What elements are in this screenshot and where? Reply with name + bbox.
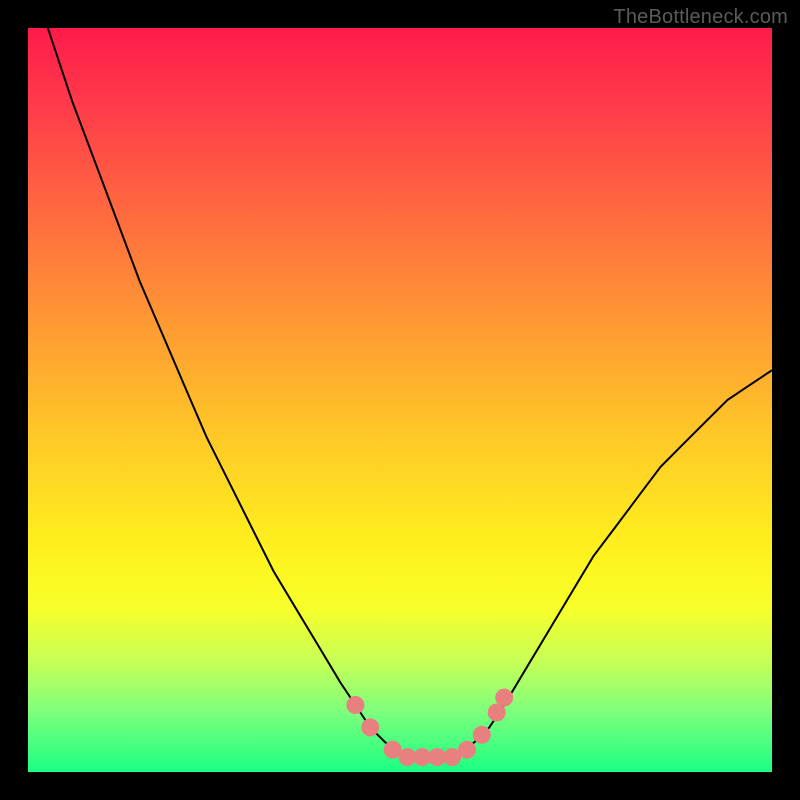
curve-marker bbox=[361, 718, 379, 736]
bottleneck-curve bbox=[28, 28, 772, 757]
watermark-text: TheBottleneck.com bbox=[613, 6, 788, 29]
bottleneck-curve-svg bbox=[28, 28, 772, 772]
curve-marker bbox=[458, 741, 476, 759]
curve-marker bbox=[495, 689, 513, 707]
curve-marker bbox=[346, 696, 364, 714]
plot-area bbox=[28, 28, 772, 772]
curve-marker bbox=[473, 726, 491, 744]
chart-frame: TheBottleneck.com bbox=[0, 0, 800, 800]
